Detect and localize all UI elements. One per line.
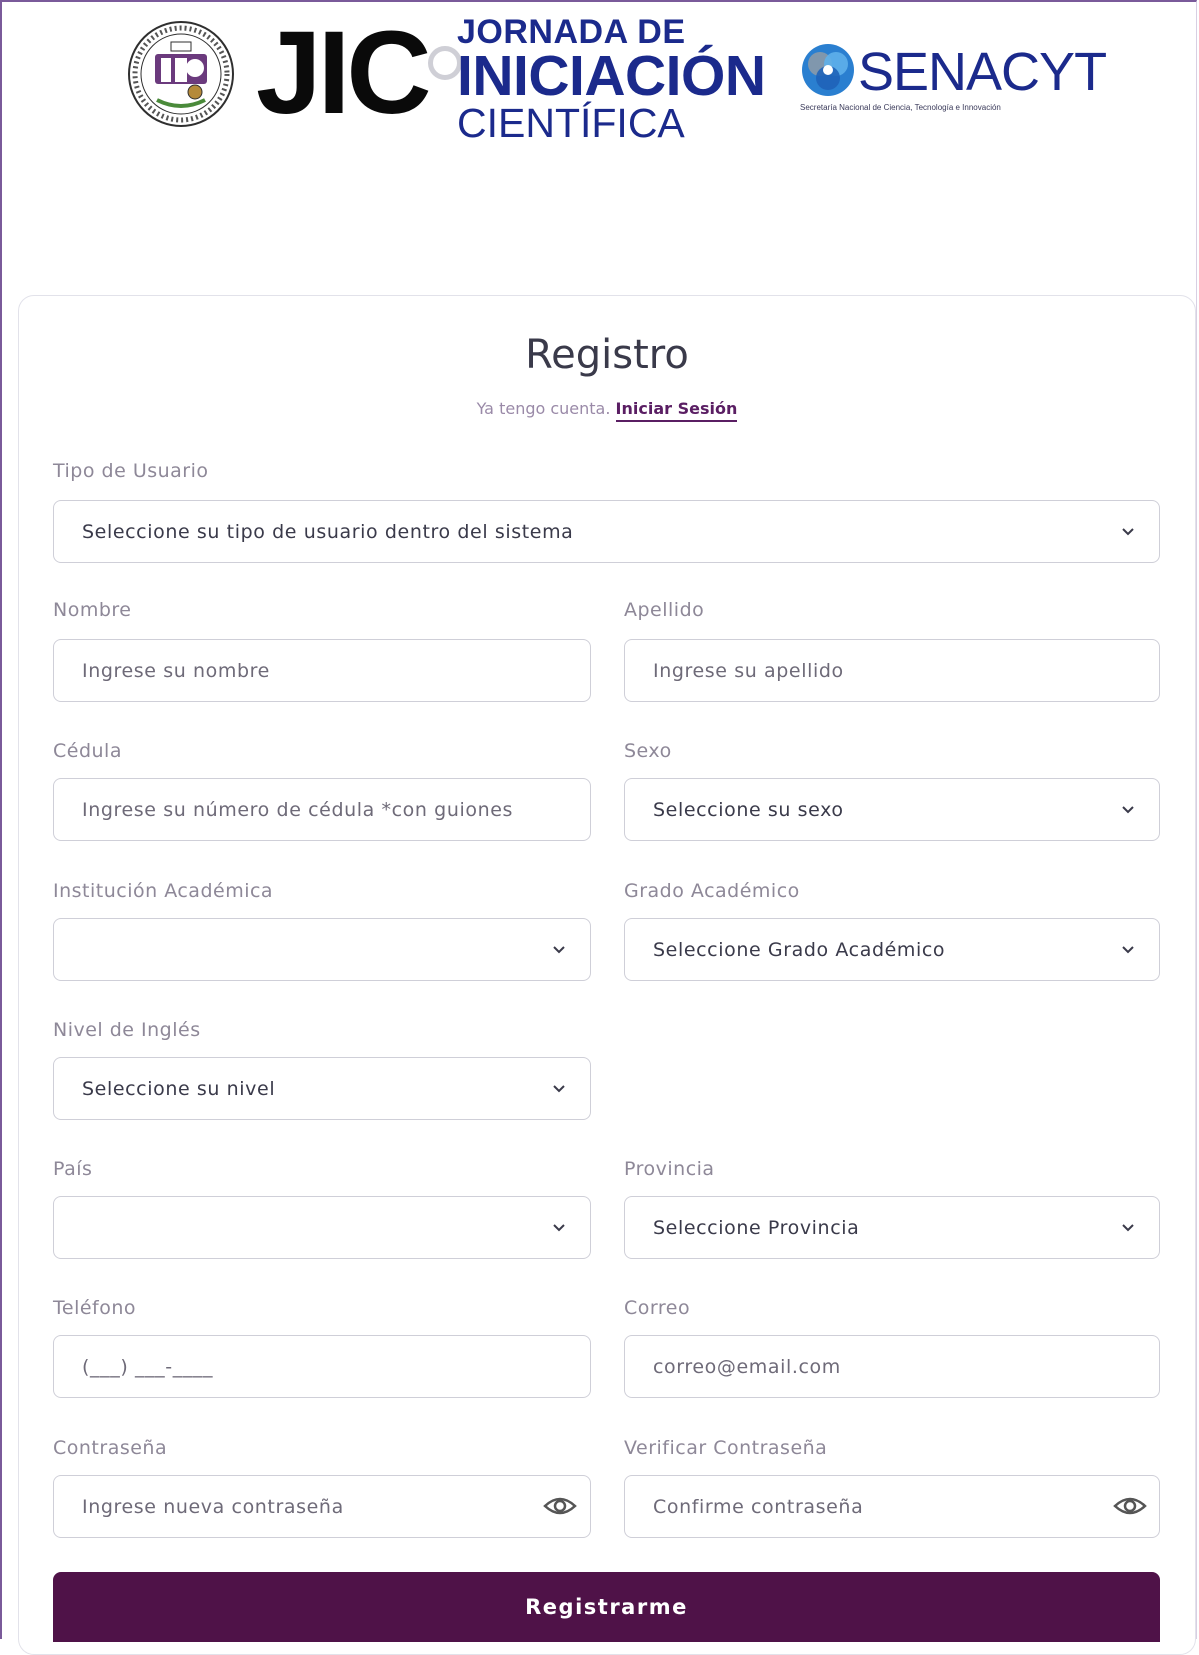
chevron-down-icon xyxy=(553,1085,565,1093)
senacyt-logo-text: SENACYT xyxy=(858,42,1107,102)
contrasena-input[interactable] xyxy=(53,1475,591,1538)
apellido-label: Apellido xyxy=(624,599,705,621)
ingles-label: Nivel de Inglés xyxy=(53,1019,201,1041)
tipo-usuario-select[interactable]: Seleccione su tipo de usuario dentro del… xyxy=(53,500,1160,563)
eye-icon[interactable] xyxy=(543,1492,577,1520)
grado-select[interactable]: Seleccione Grado Académico xyxy=(624,918,1160,981)
senacyt-subtitle: Secretaría Nacional de Ciencia, Tecnolog… xyxy=(800,103,1001,112)
jic-line3: CIENTÍFICA xyxy=(457,100,685,146)
login-prompt: Ya tengo cuenta. Iniciar Sesión xyxy=(0,399,1199,422)
provincia-label: Provincia xyxy=(624,1158,715,1180)
chevron-down-icon xyxy=(1122,946,1134,954)
verificar-input[interactable] xyxy=(624,1475,1160,1538)
pais-label: País xyxy=(53,1158,93,1180)
sexo-label: Sexo xyxy=(624,740,672,762)
telefono-input[interactable] xyxy=(53,1335,591,1398)
apellido-input[interactable] xyxy=(624,639,1160,702)
jic-logo-text: JIC xyxy=(256,7,432,139)
pais-select[interactable] xyxy=(53,1196,591,1259)
grado-label: Grado Académico xyxy=(624,880,800,902)
cedula-input[interactable] xyxy=(53,778,591,841)
cedula-label: Cédula xyxy=(53,740,122,762)
jic-line2: INICIACIÓN xyxy=(457,44,766,108)
chevron-down-icon xyxy=(1122,1224,1134,1232)
telefono-label: Teléfono xyxy=(53,1297,137,1319)
sexo-value: Seleccione su sexo xyxy=(653,798,844,821)
ingles-select[interactable]: Seleccione su nivel xyxy=(53,1057,591,1120)
institucion-label: Institución Académica xyxy=(53,880,274,902)
correo-label: Correo xyxy=(624,1297,691,1319)
chevron-down-icon xyxy=(1122,528,1134,536)
register-button[interactable]: Registrarme xyxy=(53,1572,1160,1642)
have-account-text: Ya tengo cuenta. xyxy=(476,399,611,418)
login-link[interactable]: Iniciar Sesión xyxy=(615,399,738,422)
eye-icon[interactable] xyxy=(1113,1492,1147,1520)
ingles-value: Seleccione su nivel xyxy=(82,1077,276,1100)
chevron-down-icon xyxy=(553,1224,565,1232)
nombre-label: Nombre xyxy=(53,599,132,621)
chevron-down-icon xyxy=(1122,806,1134,814)
contrasena-label: Contraseña xyxy=(53,1437,168,1459)
header-logos: JIC JORNADA DE INICIACIÓN CIENTÍFICA SEN… xyxy=(0,0,1199,150)
institucion-select[interactable] xyxy=(53,918,591,981)
tipo-usuario-label: Tipo de Usuario xyxy=(53,460,209,482)
jic-titles: JORNADA DE INICIACIÓN CIENTÍFICA xyxy=(457,14,766,144)
provincia-value: Seleccione Provincia xyxy=(653,1216,860,1239)
sexo-select[interactable]: Seleccione su sexo xyxy=(624,778,1160,841)
verificar-label: Verificar Contraseña xyxy=(624,1437,828,1459)
tipo-usuario-value: Seleccione su tipo de usuario dentro del… xyxy=(82,520,574,543)
senacyt-logo-icon xyxy=(802,44,854,96)
nombre-input[interactable] xyxy=(53,639,591,702)
grado-value: Seleccione Grado Académico xyxy=(653,938,946,961)
utp-seal-logo xyxy=(128,21,234,127)
correo-input[interactable] xyxy=(624,1335,1160,1398)
chevron-down-icon xyxy=(553,946,565,954)
provincia-select[interactable]: Seleccione Provincia xyxy=(624,1196,1160,1259)
page-title: Registro xyxy=(525,332,689,378)
